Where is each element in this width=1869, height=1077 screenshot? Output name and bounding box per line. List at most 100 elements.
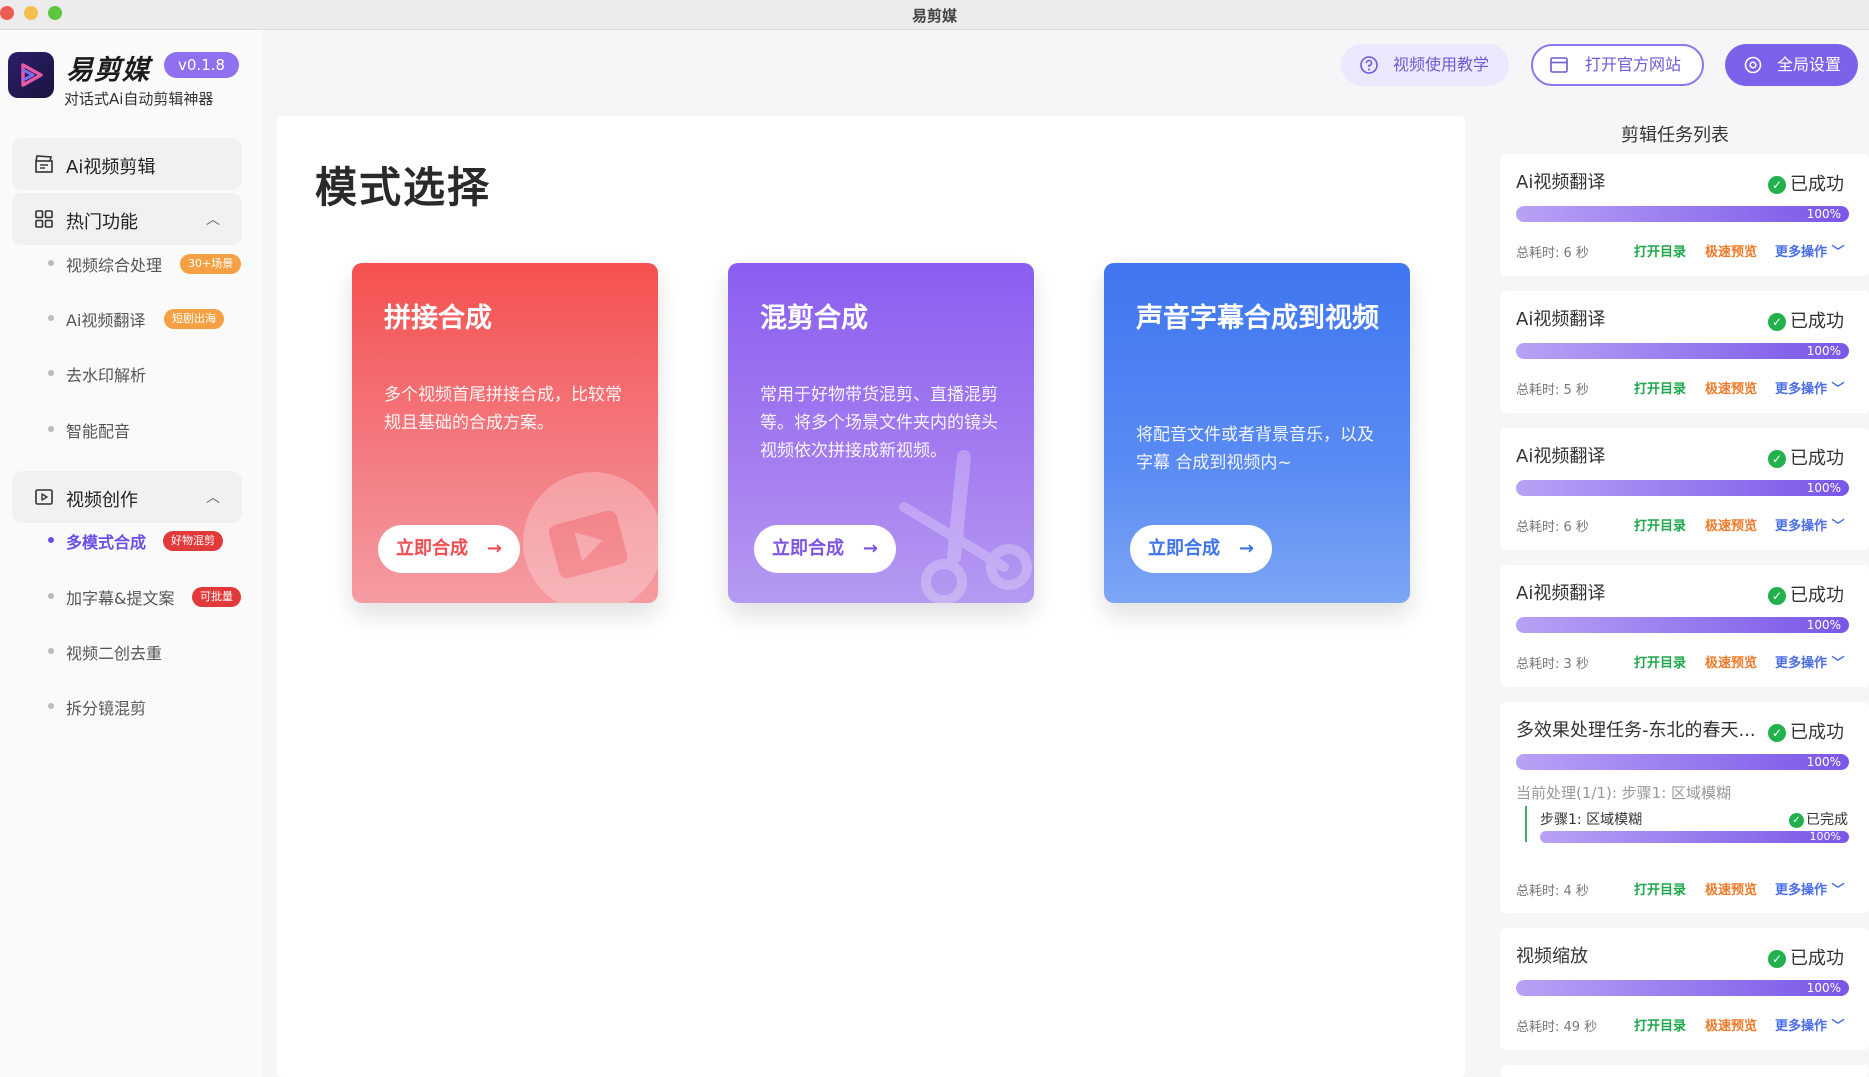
sidebar-item-label: 视频二创去重 — [66, 644, 163, 663]
bullet-dot — [48, 648, 54, 654]
nav-ai-video-edit-label: Ai视频剪辑 — [66, 157, 156, 178]
more-actions-link[interactable]: 更多操作 ﹀ — [1775, 652, 1845, 671]
chevron-down-icon: ﹀ — [1831, 656, 1845, 671]
quick-preview-link[interactable]: 极速预览 — [1705, 879, 1757, 898]
task-list-title: 剪辑任务列表 — [1621, 125, 1729, 146]
play-logo-icon — [21, 63, 43, 87]
drama-overseas-tag: 短剧出海 — [164, 309, 224, 329]
nav-ai-video-edit[interactable]: Ai视频剪辑 — [12, 138, 242, 190]
chevron-down-icon: ﹀ — [1831, 883, 1845, 898]
settings-button[interactable]: 全局设置 — [1725, 44, 1858, 86]
task-duration: 总耗时: 3 秒 — [1516, 657, 1589, 672]
progress-bar: 100% — [1516, 343, 1849, 359]
task-card: 视频缩放 ✓ 已成功 100% 总耗时: 49 秒 打开目录 极速预览 更多操作 … — [1500, 928, 1869, 1050]
chevron-down-icon: ﹀ — [1831, 1019, 1845, 1034]
task-duration: 总耗时: 49 秒 — [1516, 1020, 1598, 1035]
task-status: ✓ 已成功 — [1768, 444, 1844, 470]
page-title: 模式选择 — [315, 163, 492, 212]
progress-bar: 100% — [1516, 617, 1849, 633]
sidebar-item-label: 智能配音 — [66, 422, 131, 441]
help-icon — [1360, 56, 1378, 74]
bullet-dot — [48, 537, 54, 543]
main-panel: 模式选择 拼接合成 多个视频首尾拼接合成，比较常规且基础的合成方案。 立即合成 … — [277, 116, 1465, 1077]
open-folder-link[interactable]: 打开目录 — [1634, 879, 1686, 898]
compose-now-button[interactable]: 立即合成 → — [1130, 525, 1272, 573]
window-title: 易剪媒 — [911, 7, 957, 25]
arrow-right-icon: → — [862, 538, 878, 559]
task-list-panel: 剪辑任务列表 Ai视频翻译 ✓ 已成功 100% 总耗时: 6 秒 打开目录 极速… — [1481, 116, 1869, 1077]
more-actions-link[interactable]: 更多操作 ﹀ — [1775, 879, 1845, 898]
sidebar-item-label: 视频综合处理 — [66, 256, 163, 275]
more-actions-link[interactable]: 更多操作 ﹀ — [1775, 1015, 1845, 1034]
task-status: ✓ 已成功 — [1768, 170, 1844, 196]
bullet-dot — [48, 703, 54, 709]
grid-icon — [35, 210, 53, 228]
compose-now-button[interactable]: 立即合成 → — [378, 525, 520, 573]
open-folder-link[interactable]: 打开目录 — [1634, 1015, 1686, 1034]
app-logo — [8, 52, 54, 98]
bullet-dot — [48, 370, 54, 376]
website-button-label: 打开官方网站 — [1585, 55, 1682, 74]
more-actions-link[interactable]: 更多操作 ﹀ — [1775, 378, 1845, 397]
card-audio-subtitle[interactable]: 声音字幕合成到视频 将配音文件或者背景音乐，以及字幕 合成到视频内~ 立即合成 … — [1104, 263, 1410, 603]
website-button[interactable]: 打开官方网站 — [1531, 44, 1704, 86]
scenes-tag: 30+场景 — [180, 254, 242, 274]
compose-now-button[interactable]: 立即合成 → — [754, 525, 896, 573]
quick-preview-link[interactable]: 极速预览 — [1705, 241, 1757, 260]
sidebar-item-label: Ai视频翻译 — [66, 311, 146, 330]
check-circle-icon: ✓ — [1768, 313, 1786, 331]
open-folder-link[interactable]: 打开目录 — [1634, 378, 1686, 397]
open-folder-link[interactable]: 打开目录 — [1634, 515, 1686, 534]
bullet-dot — [48, 260, 54, 266]
chevron-up-icon: ︿ — [206, 490, 220, 506]
check-circle-icon: ✓ — [1768, 724, 1786, 742]
check-circle-icon: ✓ — [1768, 176, 1786, 194]
bullet-dot — [48, 315, 54, 321]
open-folder-link[interactable]: 打开目录 — [1634, 241, 1686, 260]
check-circle-icon: ✓ — [1768, 450, 1786, 468]
open-folder-link[interactable]: 打开目录 — [1634, 652, 1686, 671]
task-duration: 总耗时: 4 秒 — [1516, 884, 1589, 899]
nav-video-creation-label: 视频创作 — [66, 490, 138, 511]
chevron-up-icon: ︿ — [206, 212, 220, 228]
card-title: 声音字幕合成到视频 — [1136, 303, 1379, 334]
title-bar: 易剪媒 — [0, 0, 1869, 30]
task-status: ✓ 已成功 — [1768, 718, 1844, 744]
task-card: Ai视频翻译 ✓ 已成功 100% 总耗时: 6 秒 打开目录 极速预览 更多操作… — [1500, 154, 1869, 276]
card-title: 拼接合成 — [384, 303, 492, 334]
task-name: Ai视频翻译 — [1516, 309, 1606, 330]
quick-preview-link[interactable]: 极速预览 — [1705, 1015, 1757, 1034]
chevron-down-icon: ﹀ — [1831, 382, 1845, 397]
task-status: ✓ 已成功 — [1768, 581, 1844, 607]
card-concat[interactable]: 拼接合成 多个视频首尾拼接合成，比较常规且基础的合成方案。 立即合成 → — [352, 263, 658, 603]
progress-bar: 100% — [1516, 980, 1849, 996]
quick-preview-link[interactable]: 极速预览 — [1705, 378, 1757, 397]
task-name: Ai视频翻译 — [1516, 446, 1606, 467]
task-name: Ai视频翻译 — [1516, 583, 1606, 604]
quick-preview-link[interactable]: 极速预览 — [1705, 515, 1757, 534]
arrow-right-icon: → — [1238, 538, 1254, 559]
video-camera-icon — [523, 472, 658, 603]
tutorial-button[interactable]: 视频使用教学 — [1341, 44, 1509, 86]
video-play-icon — [35, 489, 53, 505]
nav-video-creation[interactable]: 视频创作 ︿ — [12, 471, 242, 523]
check-circle-icon: ✓ — [1768, 950, 1786, 968]
sidebar-item-label: 多模式合成 — [66, 533, 147, 552]
nav-hot-features-label: 热门功能 — [66, 212, 138, 233]
card-mix[interactable]: 混剪合成 常用于好物带货混剪、直播混剪等。将多个场景文件夹内的镜头视频依次拼接成… — [728, 263, 1034, 603]
bullet-dot — [48, 426, 54, 432]
progress-bar: 100% — [1516, 206, 1849, 222]
goods-mix-tag: 好物混剪 — [163, 531, 223, 551]
more-actions-link[interactable]: 更多操作 ﹀ — [1775, 515, 1845, 534]
compose-now-label: 立即合成 — [1148, 538, 1220, 559]
task-status: ✓ 已成功 — [1768, 944, 1844, 970]
task-card: Ai视频翻译 ✓ 已成功 100% 总耗时: 6 秒 打开目录 极速预览 更多操作… — [1500, 428, 1869, 550]
nav-hot-features[interactable]: 热门功能 ︿ — [12, 193, 242, 245]
more-actions-link[interactable]: 更多操作 ﹀ — [1775, 241, 1845, 260]
card-title: 混剪合成 — [760, 303, 868, 334]
chevron-down-icon: ﹀ — [1831, 245, 1845, 260]
card-description: 将配音文件或者背景音乐，以及字幕 合成到视频内~ — [1136, 425, 1374, 473]
quick-preview-link[interactable]: 极速预览 — [1705, 652, 1757, 671]
sidebar-item-label: 加字幕&提文案 — [66, 589, 175, 608]
version-badge: v0.1.8 — [164, 52, 240, 78]
